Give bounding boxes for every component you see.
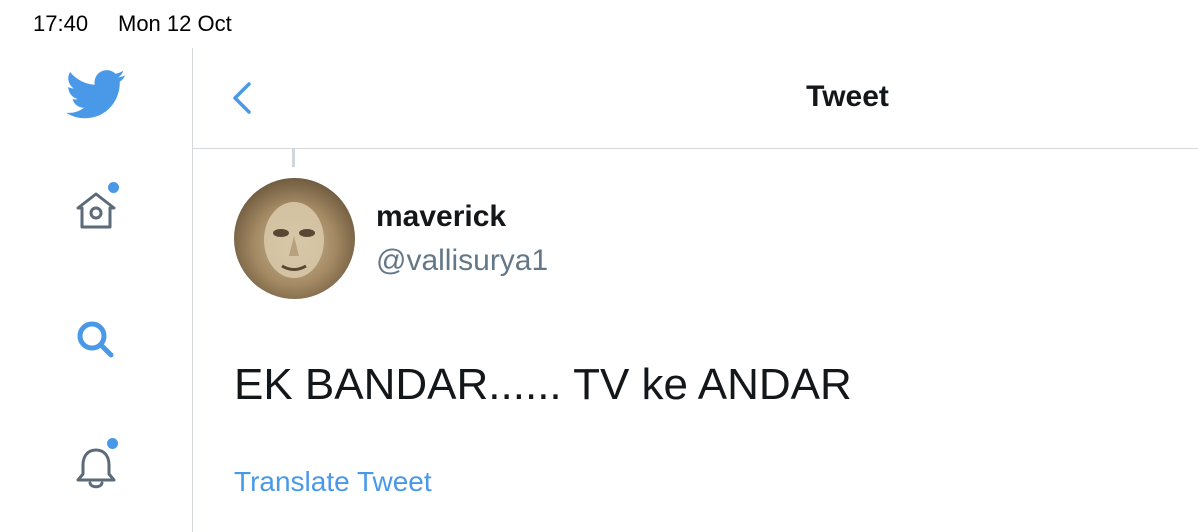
translate-tweet-link[interactable]: Translate Tweet — [234, 466, 432, 498]
home-icon[interactable] — [66, 180, 126, 240]
search-icon[interactable] — [66, 310, 126, 370]
header: Tweet — [193, 48, 1198, 149]
display-name[interactable]: maverick — [376, 200, 506, 234]
status-bar: 17:40 Mon 12 Oct — [0, 0, 1198, 48]
home-badge-dot — [108, 182, 119, 193]
status-time: 17:40 — [33, 11, 89, 36]
twitter-bird-icon[interactable] — [66, 64, 126, 124]
notifications-bell-icon[interactable] — [66, 436, 126, 496]
sidebar — [0, 48, 193, 532]
user-handle[interactable]: @vallisurya1 — [376, 244, 548, 278]
page-title: Tweet — [806, 80, 889, 113]
avatar[interactable] — [234, 178, 355, 299]
status-date: Mon 12 Oct — [118, 11, 232, 36]
tweet-text: EK BANDAR...... TV ke ANDAR — [234, 360, 852, 409]
notifications-badge-dot — [107, 438, 118, 449]
thread-connector-line — [292, 149, 295, 167]
